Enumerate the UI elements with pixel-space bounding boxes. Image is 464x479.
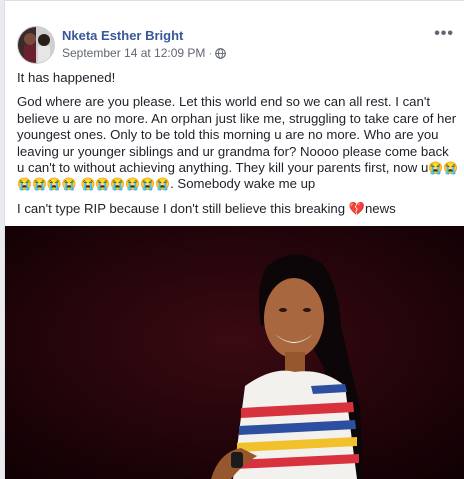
avatar-image	[18, 27, 54, 63]
author-name[interactable]: Nketa Esther Bright	[62, 28, 183, 43]
paragraph-text: God where are you please. Let this world…	[17, 94, 457, 176]
paragraph-text: news	[364, 200, 396, 216]
post-photo[interactable]	[5, 226, 464, 479]
post-paragraph: God where are you please. Let this world…	[17, 94, 459, 192]
divider	[5, 0, 464, 1]
post-text: It has happened! God where are you pleas…	[17, 70, 459, 225]
meta-separator: ·	[208, 46, 213, 60]
post-photo-image	[5, 226, 464, 479]
ellipsis-icon[interactable]: •••	[434, 25, 454, 43]
post-meta: September 14 at 12:09 PM ·	[62, 46, 227, 60]
post-paragraph: I can't type RIP because I don't still b…	[17, 201, 459, 217]
paragraph-text: I can't type RIP because I don't still b…	[17, 200, 349, 216]
avatar[interactable]	[17, 26, 55, 64]
post-paragraph: It has happened!	[17, 70, 116, 85]
broken-heart-icon: 💔	[348, 200, 365, 216]
paragraph-text: . Somebody wake me up	[170, 176, 316, 192]
post-card: Nketa Esther Bright September 14 at 12:0…	[4, 0, 464, 479]
crying-emoji-group: 😭😭😭😭😭😭	[80, 177, 171, 192]
globe-icon[interactable]	[215, 47, 227, 59]
post-timestamp[interactable]: September 14 at 12:09 PM	[62, 46, 205, 60]
